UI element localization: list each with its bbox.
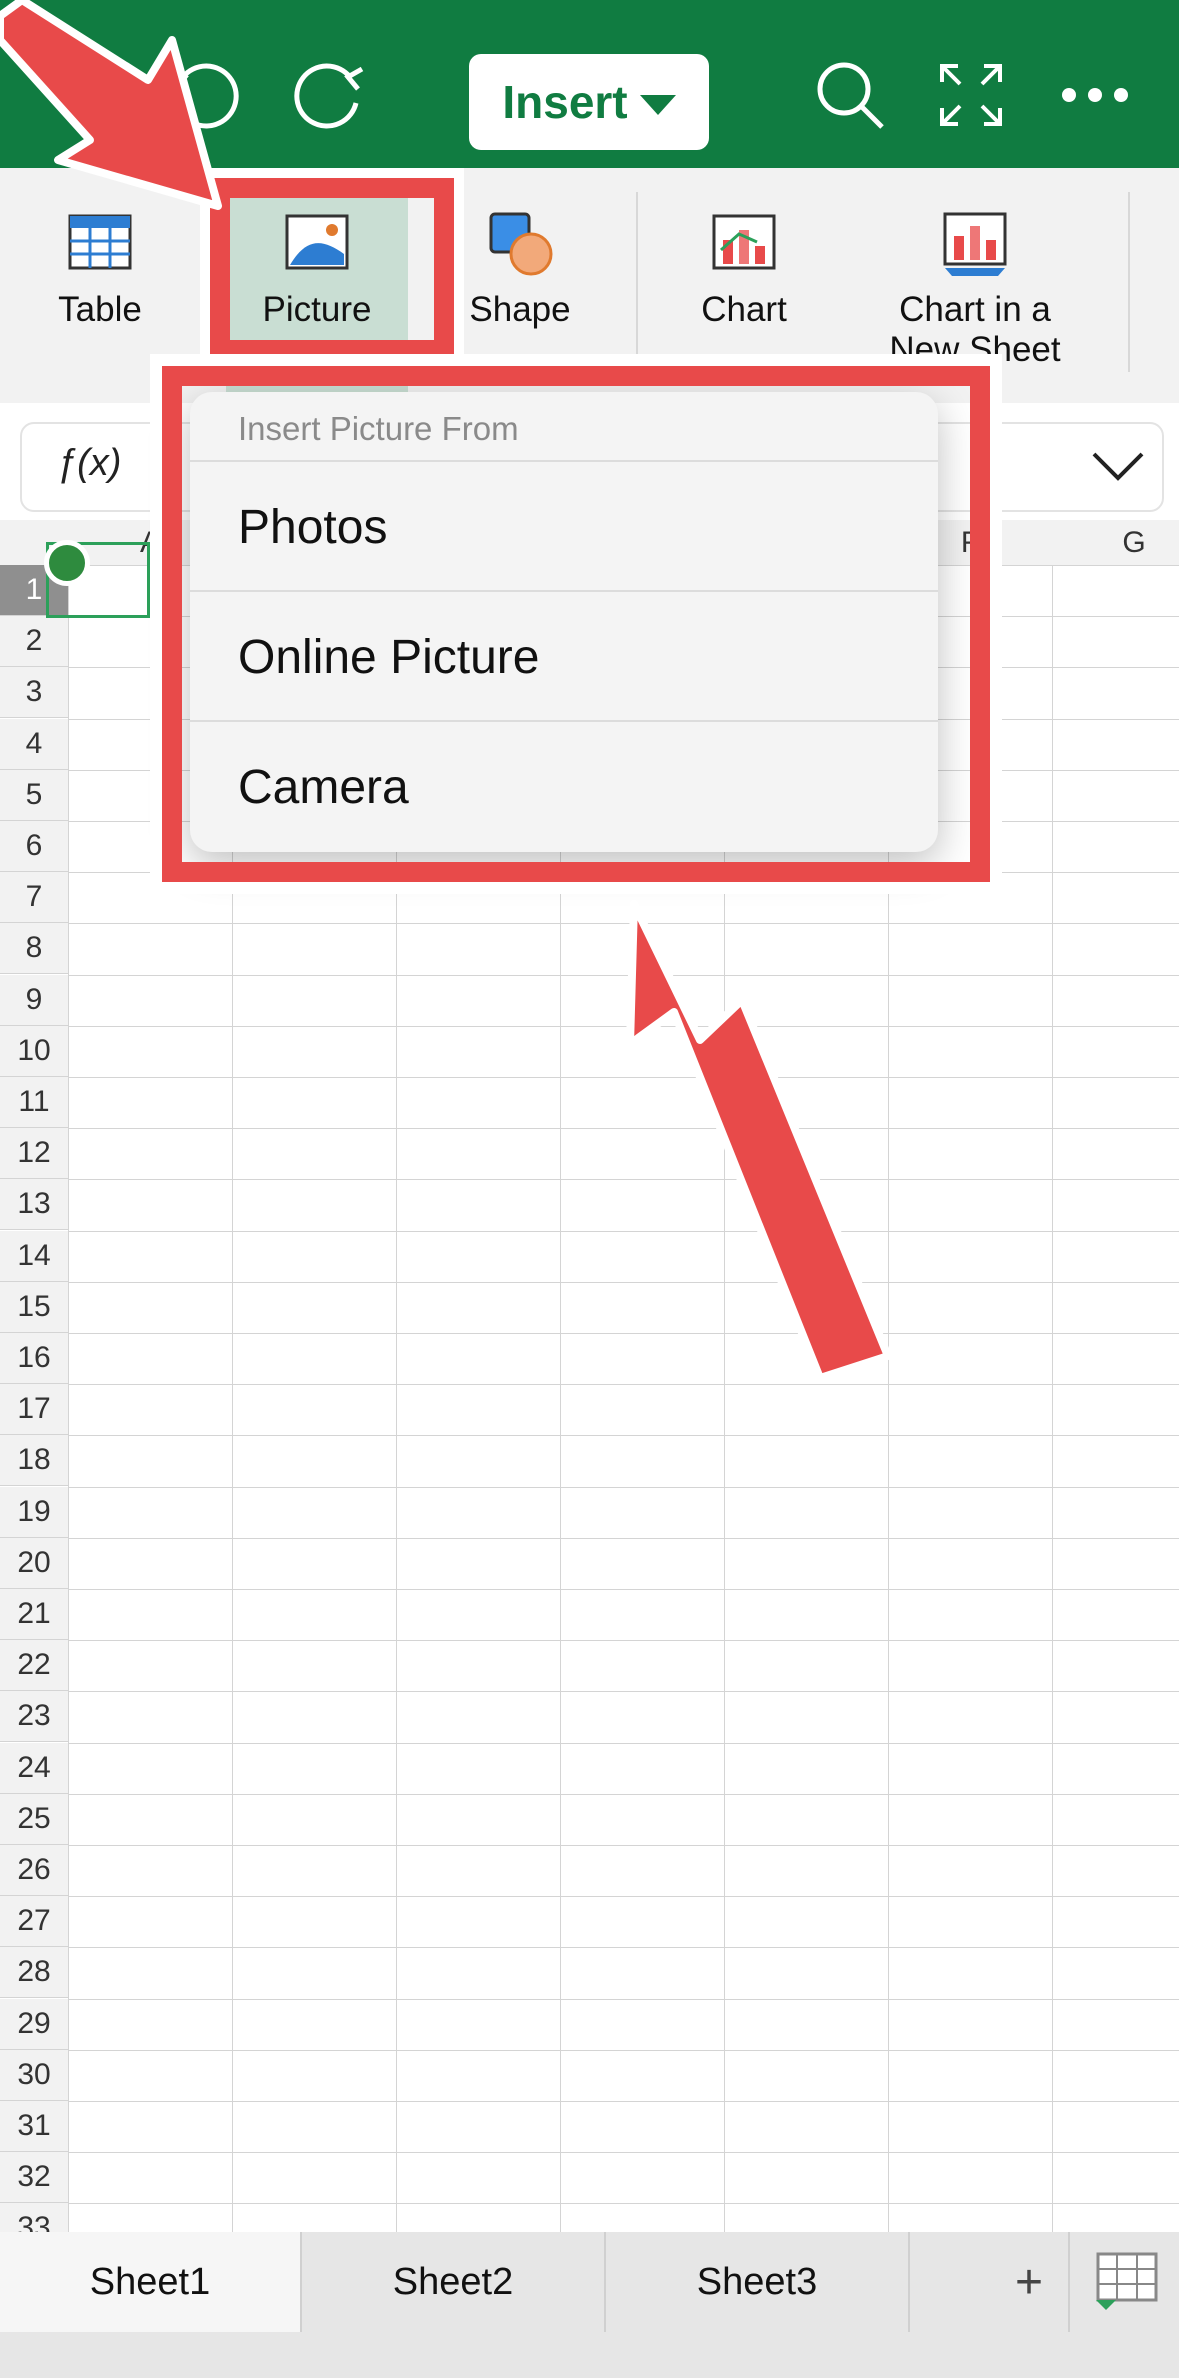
annotation-arrow-bottom (626, 900, 892, 1382)
annotation-arrow-top (0, 0, 222, 210)
annotation-arrows (0, 0, 892, 1382)
